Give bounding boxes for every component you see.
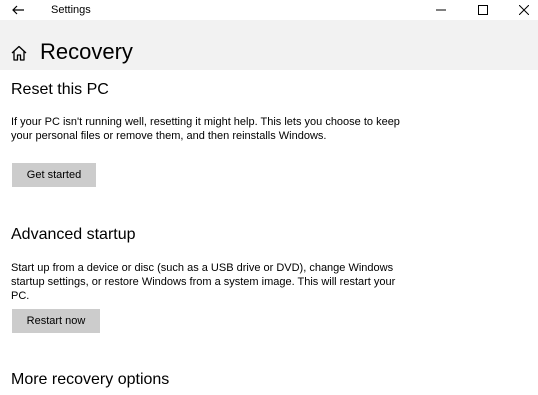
back-button[interactable]: [5, 0, 31, 20]
section-title-reset: Reset this PC: [11, 81, 109, 98]
maximize-button[interactable]: [468, 0, 498, 20]
close-button[interactable]: [509, 0, 538, 20]
section-title-advanced-startup: Advanced startup: [11, 226, 136, 243]
minimize-button[interactable]: [426, 0, 456, 20]
get-started-button[interactable]: Get started: [12, 163, 96, 187]
section-description-advanced-startup: Start up from a device or disc (such as …: [11, 262, 396, 302]
close-icon: [519, 5, 529, 15]
back-arrow-icon: [12, 5, 24, 15]
page-title: Recovery: [40, 39, 133, 64]
maximize-icon: [478, 5, 488, 15]
section-title-more-recovery: More recovery options: [11, 371, 170, 388]
window-title: Settings: [51, 4, 91, 16]
minimize-icon: [436, 9, 446, 11]
home-icon[interactable]: [10, 44, 28, 62]
title-bar: Settings: [0, 0, 538, 20]
section-description-reset: If your PC isn't running well, resetting…: [11, 116, 400, 142]
restart-now-button[interactable]: Restart now: [12, 309, 100, 333]
